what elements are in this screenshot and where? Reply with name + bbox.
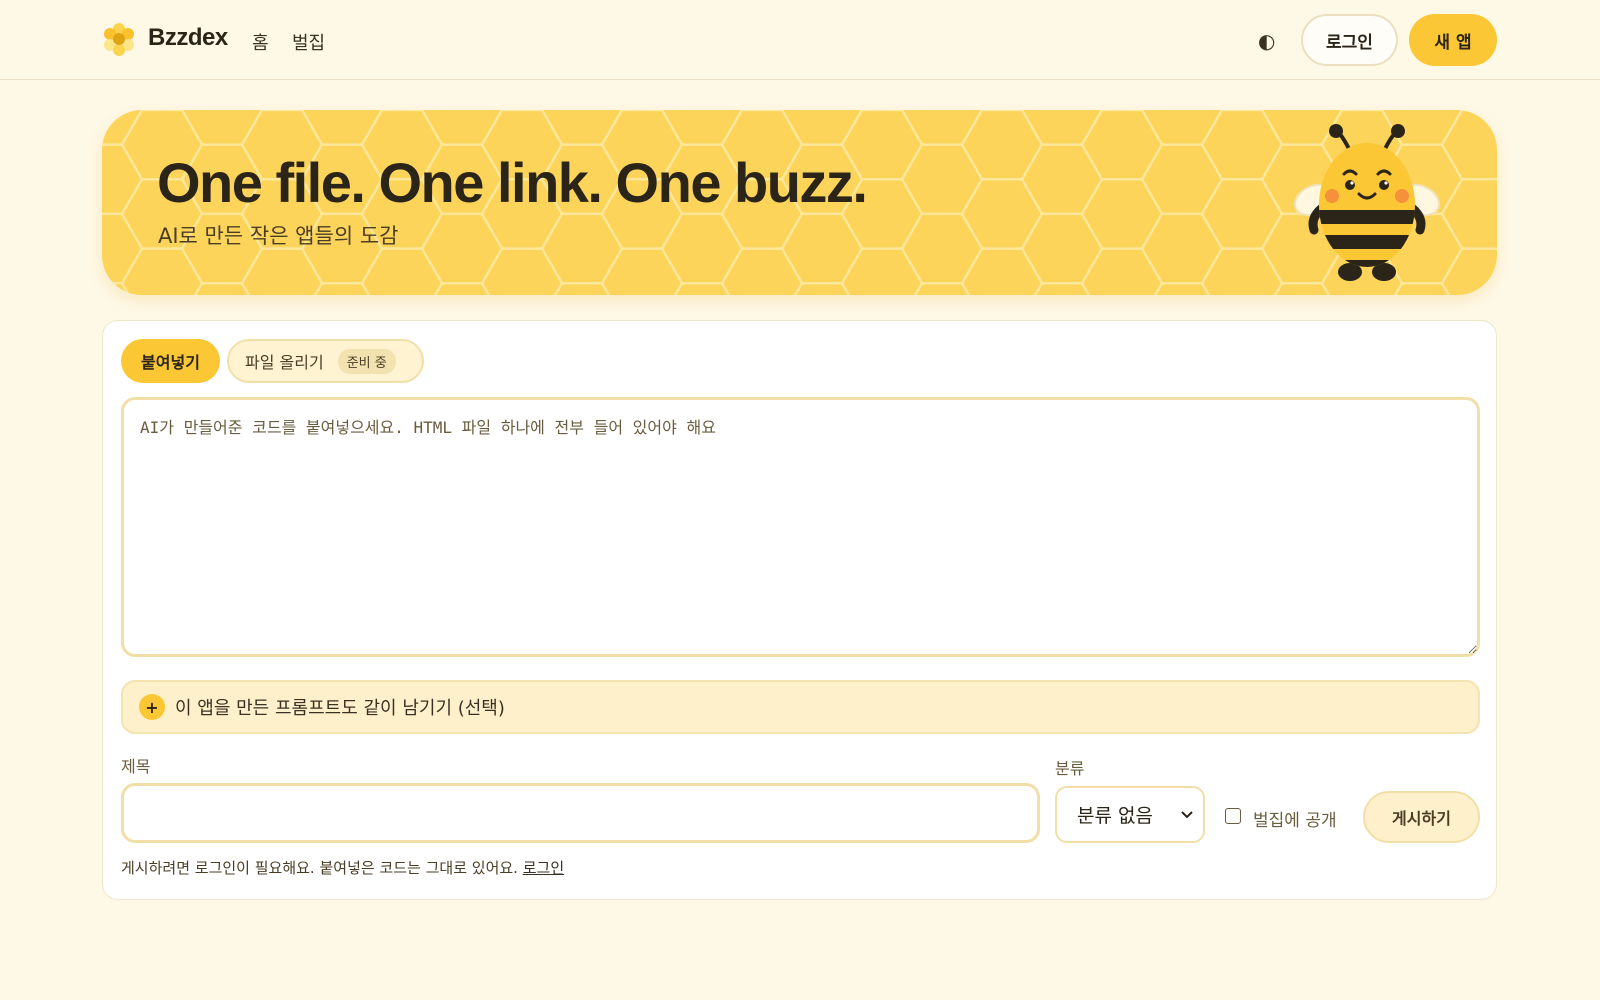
title-label: 제목	[121, 757, 151, 776]
login-button[interactable]: 로그인	[1301, 14, 1398, 66]
nav-hive-link[interactable]: 벌집	[292, 29, 325, 55]
brand-name[interactable]: Bzzdex	[148, 24, 228, 52]
bee-mascot-icon	[1293, 124, 1441, 281]
theme-toggle-icon[interactable]: ◐	[1258, 30, 1275, 52]
prompt-toggle-label: 이 앱을 만든 프롬프트도 같이 남기기 (선택)	[175, 698, 505, 719]
login-hint: 게시하려면 로그인이 필요해요. 붙여넣은 코드는 그대로 있어요. 로그인	[121, 857, 564, 878]
tab-upload-label: 파일 올리기	[245, 353, 324, 372]
category-select[interactable]: 분류 없음	[1055, 786, 1205, 843]
category-label: 분류	[1055, 759, 1085, 778]
post-button[interactable]: 게시하기	[1363, 791, 1480, 843]
nav-home-link[interactable]: 홈	[252, 29, 269, 55]
public-checkbox-label[interactable]: 벌집에 공개	[1253, 806, 1337, 831]
hero-banner: One file. One link. One buzz. AI로 만든 작은 …	[102, 110, 1497, 295]
plus-icon: +	[139, 694, 165, 720]
logo-icon[interactable]	[102, 22, 136, 56]
category-selected-value: 분류 없음	[1077, 805, 1153, 827]
new-app-button[interactable]: 새 앱	[1409, 14, 1497, 66]
login-link[interactable]: 로그인	[523, 859, 564, 877]
coming-soon-badge: 준비 중	[337, 348, 396, 374]
public-checkbox[interactable]	[1225, 808, 1241, 824]
hero-title: One file. One link. One buzz.	[157, 151, 868, 214]
composer-card: 붙여넣기 파일 올리기 준비 중 + 이 앱을 만든 프롬프트도 같이 남기기 …	[102, 320, 1497, 900]
chevron-down-icon	[1181, 807, 1193, 823]
hero-subtitle: AI로 만든 작은 앱들의 도감	[158, 224, 399, 248]
top-bar: Bzzdex 홈 벌집 ◐ 로그인 새 앱	[0, 0, 1600, 80]
prompt-toggle-button[interactable]: + 이 앱을 만든 프롬프트도 같이 남기기 (선택)	[121, 680, 1480, 734]
tab-upload[interactable]: 파일 올리기 준비 중	[227, 339, 424, 383]
tab-paste[interactable]: 붙여넣기	[121, 339, 220, 383]
title-input[interactable]	[121, 783, 1040, 843]
code-paste-textarea[interactable]	[121, 397, 1480, 657]
login-hint-text: 게시하려면 로그인이 필요해요. 붙여넣은 코드는 그대로 있어요.	[121, 859, 523, 877]
